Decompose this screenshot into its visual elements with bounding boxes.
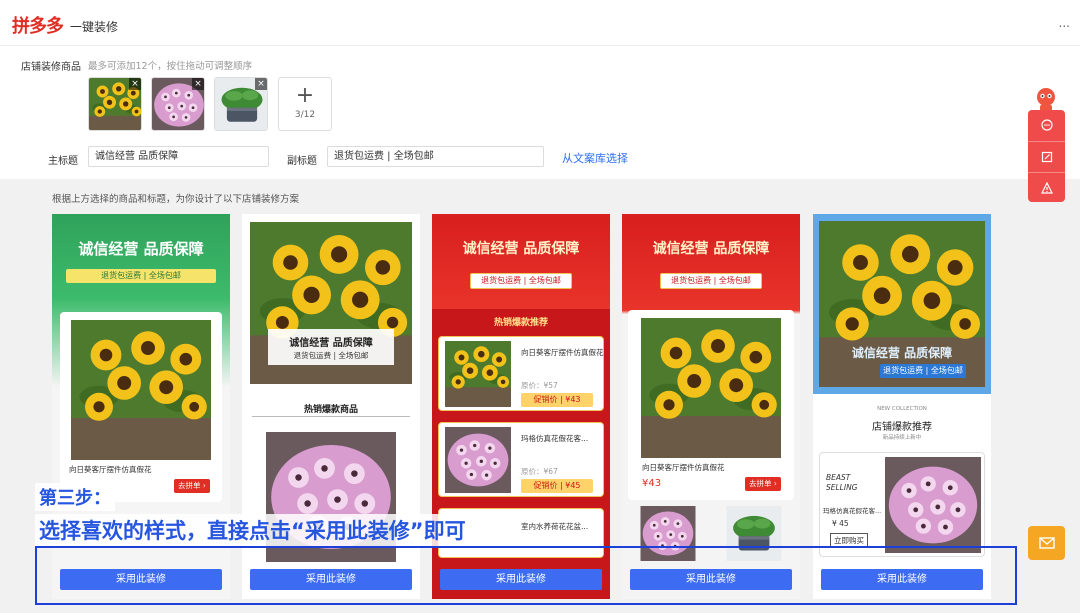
daisy-image xyxy=(884,457,982,553)
original-price: 原价：¥57 xyxy=(521,381,558,390)
card-title: 诚信经营 品质保障 xyxy=(289,338,373,349)
product-name: 室内水养荷花花盆... xyxy=(521,522,589,531)
main-title-input[interactable]: 诚信经营 品质保障 xyxy=(88,146,269,167)
new-collection-tag: NEW COLLECTION xyxy=(877,406,927,412)
card-subtitle: 退货包运费 | 全场包邮 xyxy=(293,351,369,360)
mail-icon[interactable] xyxy=(1028,526,1065,560)
product-panel: 向日葵客厅摆件仿真假花 ¥43 去拼单 › xyxy=(628,310,794,500)
chat-icon[interactable] xyxy=(1028,110,1065,140)
template-card-4[interactable]: 诚信经营 品质保障 退货包运费 | 全场包邮 向日葵客厅摆件仿真假花 ¥43 去… xyxy=(622,214,800,599)
product-thumb-sunflower[interactable]: × xyxy=(88,77,142,131)
remove-icon[interactable]: × xyxy=(255,78,267,90)
plus-icon: + xyxy=(295,83,315,108)
original-price: 原价：¥67 xyxy=(521,467,558,476)
mascot-icon[interactable] xyxy=(1034,86,1058,112)
page-title: 一键装修 xyxy=(70,20,119,34)
highlight-box xyxy=(35,546,1017,605)
sub-title-input[interactable]: 退货包运费 | 全场包邮 xyxy=(327,146,544,167)
promo-price: 促销价 | ¥45 xyxy=(521,479,593,493)
header-band xyxy=(432,214,610,309)
sub-title-label: 副标题 xyxy=(287,156,317,167)
card-title: 诚信经营 品质保障 xyxy=(851,346,953,360)
product-name: 向日葵客厅摆件仿真假花 xyxy=(642,463,725,472)
product-row-1: 向日葵客厅摆件仿真假花 原价：¥57 促销价 | ¥43 xyxy=(438,336,604,411)
copy-library-link[interactable]: 从文案库选择 xyxy=(562,150,628,166)
card-subtitle: 退货包运费 | 全场包邮 xyxy=(66,269,216,283)
step-label: 第三步： xyxy=(35,483,115,511)
section-heading: 店铺爆款推荐 xyxy=(872,422,932,433)
divider xyxy=(252,416,410,417)
card-title: 诚信经营 品质保障 xyxy=(652,241,770,257)
product-name: 向日葵客厅摆件仿真假花 xyxy=(69,465,152,474)
products-label: 店铺装修商品 xyxy=(21,62,81,73)
daisy-image xyxy=(443,427,513,493)
selling-label: SELLING xyxy=(826,483,858,492)
top-bar: 拼多多 一键装修 ... xyxy=(0,0,1080,46)
sunflower-image xyxy=(638,318,784,458)
product-row-2: 玛格仿真花假花客... 原价：¥67 促销价 | ¥45 xyxy=(438,422,604,497)
config-panel: 店铺装修商品 最多可添加12个，按住拖动可调整顺序 × × × + 3/12 主… xyxy=(0,46,1080,179)
product-panel: BEAST SELLING 玛格仿真花假花客... ¥ 45 立即购买 xyxy=(819,452,985,557)
beast-label: BEAST xyxy=(826,473,851,482)
product-thumb-potplant[interactable]: × xyxy=(214,77,268,131)
product-name: 玛格仿真花假花客... xyxy=(521,434,589,443)
card-subtitle: 退货包运费 | 全场包邮 xyxy=(660,273,762,289)
product-panel: 向日葵客厅摆件仿真假花 去拼单 › xyxy=(60,312,222,502)
sunflower-image xyxy=(443,341,513,407)
buy-button[interactable]: 去拼单 › xyxy=(745,477,781,491)
product-thumb-daisy[interactable]: × xyxy=(151,77,205,131)
add-product-button[interactable]: + 3/12 xyxy=(278,77,332,131)
more-menu-button[interactable]: ... xyxy=(1059,16,1070,30)
remove-icon[interactable]: × xyxy=(192,78,204,90)
sunflower-image xyxy=(819,220,985,388)
sunflower-image xyxy=(68,320,214,460)
product-name: 向日葵客厅摆件仿真假花 xyxy=(521,348,604,357)
side-toolbar xyxy=(1028,110,1065,202)
product-count: 3/12 xyxy=(294,110,316,120)
edit-icon[interactable] xyxy=(1028,141,1065,171)
promo-price: 促销价 | ¥43 xyxy=(521,393,593,407)
new-tag: 新品持续上新中 xyxy=(882,435,922,441)
card-subtitle: 退货包运费 | 全场包邮 xyxy=(470,273,572,289)
gallery-hint: 根据上方选择的商品和标题，为你设计了以下店铺装修方案 xyxy=(52,194,300,205)
product-name: 玛格仿真花假花客... xyxy=(823,507,882,515)
buy-button[interactable]: 去拼单 › xyxy=(174,479,210,493)
section-heading: 热销爆款推荐 xyxy=(493,318,548,328)
card-title: 诚信经营 品质保障 xyxy=(78,240,204,258)
pdd-logo: 拼多多 xyxy=(12,16,64,37)
product-price: ¥43 xyxy=(642,478,662,489)
template-card-5[interactable]: 诚信经营 品质保障 退货包运费 | 全场包邮 NEW COLLECTION 店铺… xyxy=(813,214,991,599)
step-instruction: 选择喜欢的样式，直接点击“采用此装修”即可 xyxy=(35,514,470,546)
main-title-label: 主标题 xyxy=(48,156,78,167)
card-subtitle: 退货包运费 | 全场包邮 xyxy=(880,364,966,378)
remove-icon[interactable]: × xyxy=(129,78,141,90)
card-title: 诚信经营 品质保障 xyxy=(462,241,580,257)
product-price: ¥ 45 xyxy=(832,519,849,528)
products-hint: 最多可添加12个，按住拖动可调整顺序 xyxy=(88,61,253,72)
section-heading: 热销爆款商品 xyxy=(303,405,358,415)
warning-icon[interactable] xyxy=(1028,172,1065,202)
